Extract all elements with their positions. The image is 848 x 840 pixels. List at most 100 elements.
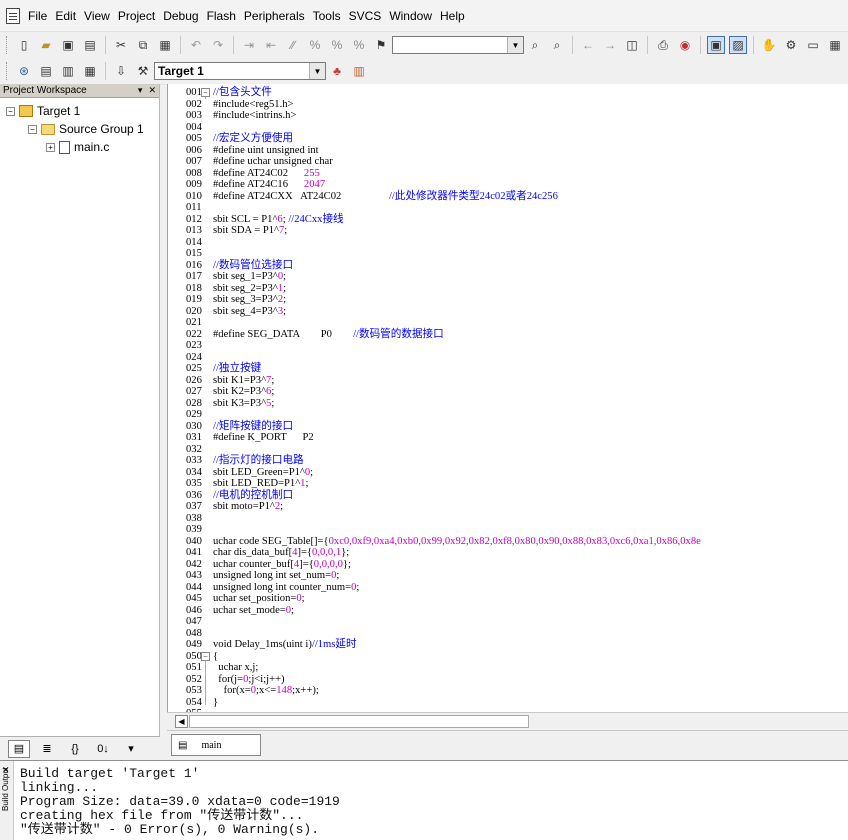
tile-icon[interactable]: ▦ (826, 36, 844, 54)
chevron-down-icon[interactable]: ▼ (507, 37, 523, 53)
code-line[interactable]: 006 #define uint unsigned int (168, 145, 848, 157)
hand-icon[interactable]: ✋ (760, 36, 778, 54)
undo-icon[interactable]: ↶ (187, 36, 205, 54)
toolbar-grip[interactable] (6, 62, 9, 80)
tree-item-file[interactable]: + main.c (0, 138, 159, 156)
chevron-down-icon[interactable]: ▼ (309, 63, 325, 79)
code-line[interactable]: 031 #define K_PORT P2 (168, 432, 848, 444)
code-line[interactable]: 044 unsigned long int counter_num=0; (168, 582, 848, 594)
fold-toggle-icon[interactable]: − (201, 651, 210, 661)
code-line[interactable]: 051 uchar x,j; (168, 662, 848, 674)
back-icon[interactable]: ← (579, 36, 597, 54)
window-icon[interactable]: ▭ (804, 36, 822, 54)
translate-icon[interactable]: ⊛ (15, 62, 33, 80)
code-line[interactable]: 030 //矩阵按键的接口 (168, 421, 848, 433)
build-icon[interactable]: ▤ (37, 62, 55, 80)
code-line[interactable]: 053 for(x=0;x<=148;x++); (168, 685, 848, 697)
open-folder-icon[interactable]: ▰ (37, 36, 55, 54)
comment-icon[interactable]: ∕∕ (284, 36, 302, 54)
gear-icon[interactable]: ⚙ (782, 36, 800, 54)
templates-tab-icon[interactable]: 0↓ (92, 740, 114, 758)
code-line[interactable]: 007 #define uchar unsigned char (168, 156, 848, 168)
code-line[interactable]: 049 void Delay_1ms(uint i)//1ms延时 (168, 639, 848, 651)
rebuild-icon[interactable]: ▥ (59, 62, 77, 80)
collapse-icon[interactable]: − (28, 124, 37, 134)
fold-toggle-icon[interactable]: − (201, 88, 210, 97)
menu-window[interactable]: Window (385, 6, 436, 26)
code-line[interactable]: 026 sbit K1=P3^7; (168, 375, 848, 387)
manage-components-icon[interactable]: ♣ (328, 62, 346, 80)
code-line[interactable]: 019 sbit seg_3=P3^2; (168, 294, 848, 306)
collapse-icon[interactable]: − (6, 106, 15, 116)
save-all-icon[interactable]: ▤ (81, 36, 99, 54)
indent-icon[interactable]: ⇥ (240, 36, 258, 54)
menu-project[interactable]: Project (114, 6, 159, 26)
menu-flash[interactable]: Flash (203, 6, 240, 26)
find-in-files-icon[interactable]: ⌕ (526, 36, 544, 54)
code-line[interactable]: 038 (168, 513, 848, 525)
menu-svcs[interactable]: SVCS (345, 6, 386, 26)
panel-menu-icon[interactable]: ▾ (138, 85, 143, 96)
functions-tab-icon[interactable]: {} (64, 740, 86, 758)
code-editor[interactable]: 001−//包含头文件 002 #include<reg51.h> 003 #inclu… (167, 84, 848, 712)
uncomment-all-icon[interactable]: % (350, 36, 368, 54)
code-line[interactable]: 028 sbit K3=P3^5; (168, 398, 848, 410)
code-line[interactable]: 048 (168, 628, 848, 640)
tree-item-group[interactable]: − Source Group 1 (0, 120, 159, 138)
code-line[interactable]: 034 sbit LED_Green=P1^0; (168, 467, 848, 479)
copy-icon[interactable]: ⧉ (134, 36, 152, 54)
code-line[interactable]: 015 (168, 248, 848, 260)
menu-debug[interactable]: Debug (159, 6, 202, 26)
code-line[interactable]: 035 sbit LED_RED=P1^1; (168, 478, 848, 490)
code-line[interactable]: 033 //指示灯的接口电路 (168, 455, 848, 467)
toggle-comment-icon[interactable]: % (328, 36, 346, 54)
code-line[interactable]: 036 //电机的控机制口 (168, 490, 848, 502)
code-line[interactable]: 032 (168, 444, 848, 456)
tab-main[interactable]: ▤ main (171, 734, 261, 756)
source-browser-icon[interactable]: ◫ (623, 36, 641, 54)
code-line[interactable]: 005 //宏定义方便使用 (168, 133, 848, 145)
code-line[interactable]: 052 for(j=0;j<i;j++) (168, 674, 848, 686)
pack-installer-icon[interactable]: ▥ (350, 62, 368, 80)
code-line[interactable]: 011 (168, 202, 848, 214)
code-line[interactable]: 013 sbit SDA = P1^7; (168, 225, 848, 237)
code-line[interactable]: 054} (168, 697, 848, 709)
books-tab-icon[interactable]: ≣ (36, 740, 58, 758)
save-icon[interactable]: ▣ (59, 36, 77, 54)
code-line[interactable]: 008 #define AT24C02 255 (168, 168, 848, 180)
menu-file[interactable]: File (24, 6, 51, 26)
code-line[interactable]: 004 (168, 122, 848, 134)
registers-tab-icon[interactable]: ▾ (120, 740, 142, 758)
start-debug-icon[interactable]: ◉ (676, 36, 694, 54)
menu-help[interactable]: Help (436, 6, 469, 26)
new-file-icon[interactable]: ▯ (15, 36, 33, 54)
target-combo[interactable]: Target 1 ▼ (154, 62, 326, 80)
code-line[interactable]: 012 sbit SCL = P1^6; //24Cxx接线 (168, 214, 848, 226)
code-line[interactable]: 024 (168, 352, 848, 364)
scrollbar-thumb[interactable] (189, 715, 529, 728)
target-options-icon[interactable]: ⚒ (134, 62, 152, 80)
bookmark-icon[interactable]: ⚑ (372, 36, 390, 54)
code-line[interactable]: 014 (168, 237, 848, 249)
batch-build-icon[interactable]: ▦ (81, 62, 99, 80)
tree-item-target[interactable]: − Target 1 (0, 102, 159, 120)
print-icon[interactable]: ⎙ (654, 36, 672, 54)
code-line[interactable]: 003 #include<intrins.h> (168, 110, 848, 122)
code-line[interactable]: 050−{ (168, 651, 848, 663)
code-line[interactable]: 029 (168, 409, 848, 421)
menu-peripherals[interactable]: Peripherals (240, 6, 309, 26)
code-line[interactable]: 039 (168, 524, 848, 536)
toolbar-grip[interactable] (6, 36, 9, 54)
code-line[interactable]: 002 #include<reg51.h> (168, 99, 848, 111)
cut-icon[interactable]: ✂ (112, 36, 130, 54)
code-line[interactable]: 047 (168, 616, 848, 628)
window-layout-icon[interactable]: ▣ (707, 36, 725, 54)
code-line[interactable]: 027 sbit K2=P3^6; (168, 386, 848, 398)
configure-icon[interactable]: ▨ (729, 36, 747, 54)
close-icon[interactable]: ✕ (148, 85, 156, 96)
forward-icon[interactable]: → (601, 36, 619, 54)
paste-icon[interactable]: ▦ (156, 36, 174, 54)
code-line[interactable]: 040 uchar code SEG_Table[]={0xc0,0xf9,0xa… (168, 536, 848, 548)
scroll-left-icon[interactable]: ◀ (175, 715, 188, 728)
code-line[interactable]: 046 uchar set_mode=0; (168, 605, 848, 617)
